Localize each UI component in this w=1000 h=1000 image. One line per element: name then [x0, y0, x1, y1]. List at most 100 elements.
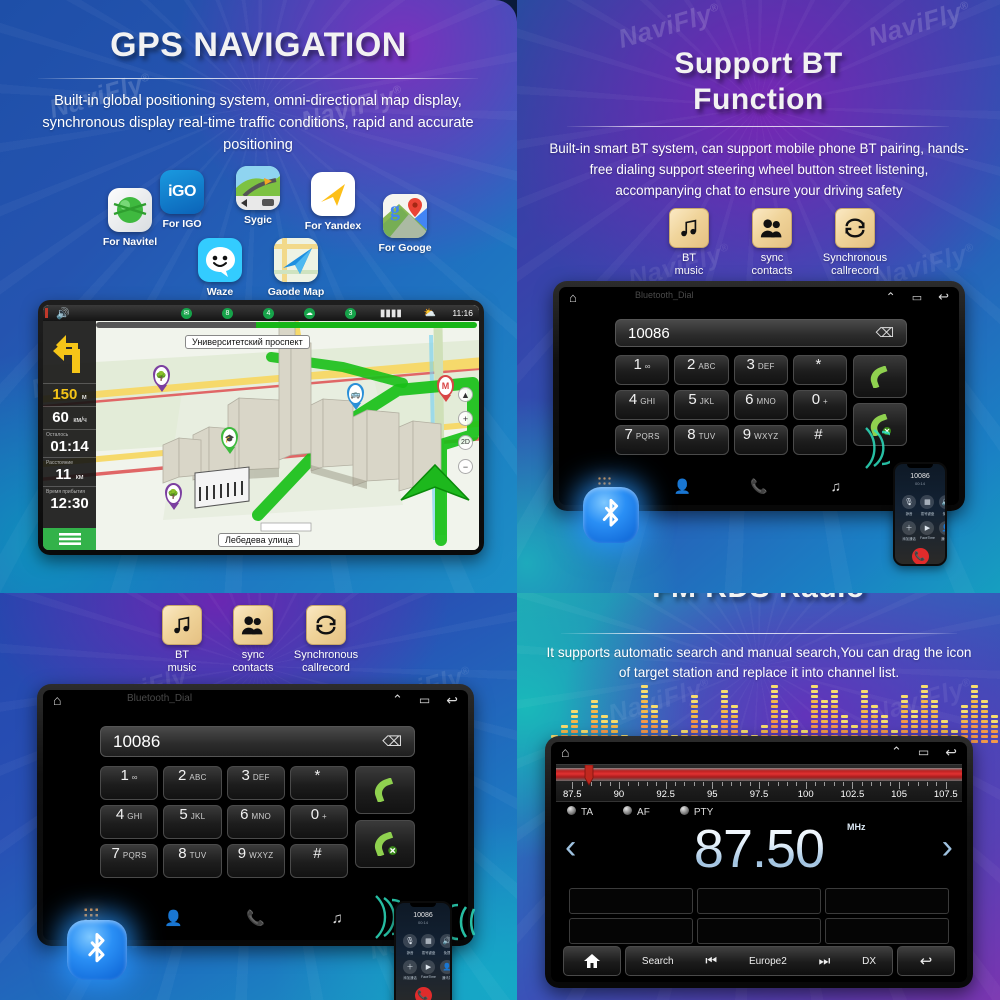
key-7[interactable]: 7 PQRS — [100, 844, 159, 878]
phone-end-call-button[interactable]: 📞 — [911, 548, 929, 564]
preset-grid[interactable] — [569, 888, 949, 944]
key-hash[interactable]: # — [289, 844, 348, 878]
fm-transport-controls[interactable]: Search ⏮ Europe2 ⏭ DX — [625, 946, 893, 976]
zoom-in-button[interactable]: + — [458, 411, 473, 426]
rds-flag-pty[interactable]: PTY — [679, 806, 713, 818]
tab-contacts[interactable]: 👤 — [644, 478, 721, 495]
fm-band-label[interactable]: Europe2 — [749, 956, 787, 967]
phone-number-field[interactable]: 10086 ⌫ — [100, 726, 415, 757]
phone-btn-speaker[interactable]: 🔊免提 — [938, 495, 945, 516]
preset-6[interactable] — [825, 918, 949, 944]
key-3[interactable]: 3 DEF — [733, 355, 788, 385]
fm-dx-button[interactable]: DX — [862, 956, 876, 967]
phone-btn-contacts[interactable]: 👤通讯录 — [439, 959, 450, 980]
back-icon[interactable]: ↩ — [938, 289, 949, 305]
app-igo[interactable]: iGO For IGO — [150, 170, 214, 230]
fm-radio-screen[interactable]: ⌂ ⌃ ▭ ↩ 87.5 90 92.5 95 97.5 100 102.5 105 107.5 — [551, 742, 967, 982]
expand-up-icon[interactable]: ⌃ — [891, 744, 902, 760]
call-end-button[interactable] — [355, 820, 415, 868]
tab-music[interactable]: ♫ — [797, 478, 874, 494]
key-4[interactable]: 4 GHI — [100, 805, 159, 839]
expand-up-icon[interactable]: ⌃ — [392, 692, 403, 708]
phone-btn-facetime[interactable]: ▶ FaceTime — [920, 520, 935, 542]
key-hash[interactable]: # — [792, 425, 847, 455]
app-yandex[interactable]: For Yandex — [300, 172, 366, 232]
phone-btn-add-call[interactable]: ＋添加通话 — [902, 520, 916, 541]
key-8[interactable]: 8 TUV — [674, 425, 729, 455]
phone-btn-add-call[interactable]: ＋添加通话 — [403, 959, 417, 980]
key-5[interactable]: 5 JKL — [674, 390, 729, 420]
home-icon[interactable]: ⌂ — [53, 692, 61, 708]
fm-toolbar[interactable]: Search ⏮ Europe2 ⏭ DX ↩ — [563, 946, 955, 976]
equalizer-segment — [711, 730, 718, 733]
key-1[interactable]: 1 ∞ — [615, 355, 670, 385]
tab-contacts[interactable]: 👤 — [133, 909, 215, 927]
key-2[interactable]: 2 ABC — [163, 766, 222, 800]
prev-track-icon[interactable]: ⏮ — [705, 953, 717, 969]
preset-5[interactable] — [697, 918, 821, 944]
expand-up-icon[interactable]: ⌃ — [886, 290, 896, 304]
phone-btn-mute[interactable]: 🎙 静音 — [403, 934, 417, 955]
back-icon[interactable]: ↩ — [945, 744, 957, 761]
recents-icon[interactable]: ▭ — [918, 745, 929, 759]
back-icon[interactable]: ↩ — [446, 692, 458, 709]
key-star[interactable]: * — [792, 355, 847, 385]
fm-rds-flags[interactable]: TA AF PTY — [567, 806, 713, 818]
nav-menu-button[interactable] — [43, 528, 96, 550]
app-google-maps[interactable]: g For Googe — [372, 194, 438, 254]
phone-btn-facetime[interactable]: ▶ FaceTime — [421, 959, 436, 981]
phone-btn-mute[interactable]: 🎙 静音 — [902, 495, 916, 516]
recents-icon[interactable]: ▭ — [912, 291, 922, 304]
preset-2[interactable] — [697, 888, 821, 914]
key-6[interactable]: 6 MNO — [226, 805, 285, 839]
rds-flag-af[interactable]: AF — [623, 806, 650, 818]
key-1[interactable]: 1 ∞ — [100, 766, 159, 800]
key-2[interactable]: 2 ABC — [674, 355, 729, 385]
key-star[interactable]: * — [289, 766, 348, 800]
key-6[interactable]: 6 MNO — [733, 390, 788, 420]
tab-call-history[interactable]: 📞 — [721, 478, 798, 495]
equalizer-segment — [961, 710, 968, 713]
key-9[interactable]: 9 WXYZ — [226, 844, 285, 878]
key-8[interactable]: 8 TUV — [163, 844, 222, 878]
home-icon[interactable]: ⌂ — [569, 290, 577, 305]
app-waze[interactable]: Waze — [190, 238, 250, 298]
backspace-icon[interactable]: ⌫ — [876, 325, 894, 341]
preset-3[interactable] — [825, 888, 949, 914]
fm-home-button[interactable] — [563, 946, 621, 976]
key-0[interactable]: 0 + — [792, 390, 847, 420]
rds-flag-ta[interactable]: TA — [567, 806, 593, 818]
view-2d-button[interactable]: 2D — [458, 435, 473, 450]
key-3[interactable]: 3 DEF — [226, 766, 285, 800]
call-answer-button[interactable] — [853, 355, 907, 398]
key-5[interactable]: 5 JKL — [163, 805, 222, 839]
gps-map-screen[interactable]: 🔊 ✉ 8 4 ☁ 3 ▮▮▮▮ ⛅ 11:16 150 м 60 км/ч О… — [43, 305, 479, 550]
zoom-out-button[interactable]: − — [458, 459, 473, 474]
phone-btn-contacts[interactable]: 👤通讯录 — [938, 520, 945, 541]
next-track-icon[interactable]: ⏭ — [819, 953, 831, 969]
phone-number-field[interactable]: 10086 ⌫ — [615, 319, 907, 347]
tab-call-history[interactable]: 📞 — [215, 909, 297, 927]
phone-btn-keypad[interactable]: ▦ 拨号键盘 — [421, 934, 436, 955]
recents-icon[interactable]: ▭ — [419, 693, 430, 707]
key-9[interactable]: 9 WXYZ — [733, 425, 788, 455]
backspace-icon[interactable]: ⌫ — [382, 733, 402, 750]
home-icon[interactable]: ⌂ — [561, 744, 569, 760]
compass-button[interactable]: ▲ — [458, 387, 473, 402]
preset-4[interactable] — [569, 918, 693, 944]
call-answer-button[interactable] — [355, 766, 415, 814]
key-0[interactable]: 0 + — [289, 805, 348, 839]
dialpad[interactable]: 1 ∞ 2 ABC 3 DEF * 4 GHI 5 JKL 6 MNO 0 + 7 PQRS 8… — [100, 766, 348, 878]
fm-back-button[interactable]: ↩ — [897, 946, 955, 976]
fm-search-button[interactable]: Search — [642, 956, 674, 967]
dialpad[interactable]: 1 ∞ 2 ABC 3 DEF * 4 GHI 5 JKL 6 MNO 0 + 7 PQRS 8… — [615, 355, 847, 455]
key-4[interactable]: 4 GHI — [615, 390, 670, 420]
fm-band-scale[interactable]: 87.5 90 92.5 95 97.5 100 102.5 105 107.5 — [556, 764, 962, 802]
app-gaode-map[interactable]: Gaode Map — [262, 238, 330, 298]
app-sygic[interactable]: Sygic — [226, 166, 290, 226]
phone-btn-speaker[interactable]: 🔊免提 — [439, 934, 450, 955]
phone-btn-keypad[interactable]: ▦ 拨号键盘 — [920, 495, 935, 516]
phone-end-call-button[interactable]: 📞 — [414, 987, 432, 1000]
key-7[interactable]: 7 PQRS — [615, 425, 670, 455]
preset-1[interactable] — [569, 888, 693, 914]
